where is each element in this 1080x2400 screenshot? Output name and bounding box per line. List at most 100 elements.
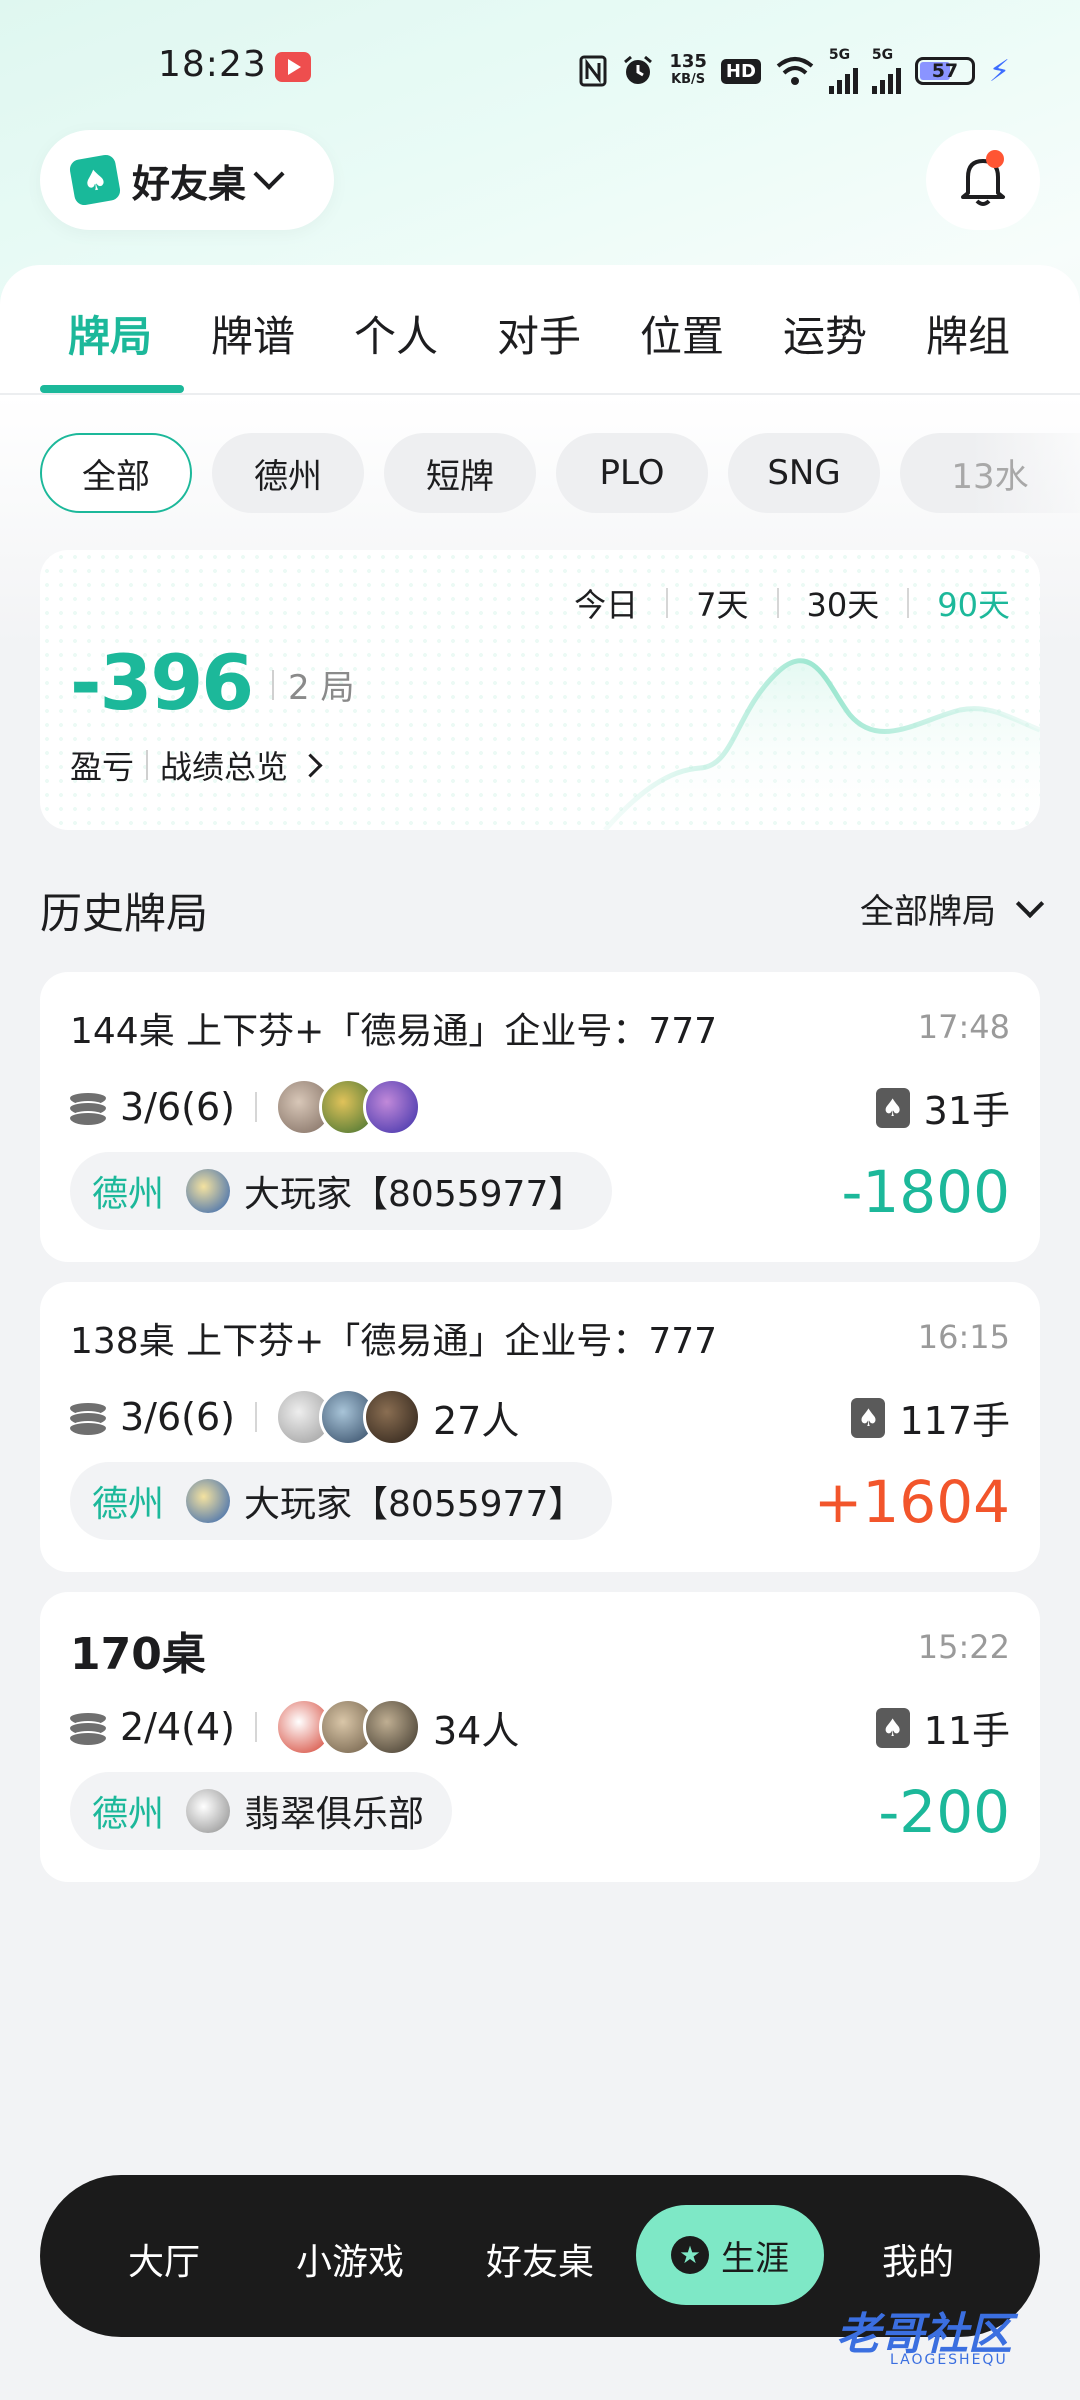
hands-count: ♠ 11手 <box>875 1700 1010 1755</box>
game-meta: 3/6(6) 27人 <box>70 1388 519 1446</box>
avatar <box>362 1078 421 1136</box>
battery-icon: 57 <box>914 57 975 85</box>
game-title: 170桌 <box>70 1629 206 1680</box>
chips-stack-icon <box>70 1399 106 1435</box>
player-avatars <box>274 1388 421 1446</box>
player-avatars <box>274 1698 421 1756</box>
history-filter-dropdown[interactable]: 全部牌局 <box>860 884 1045 933</box>
chips-stack-icon <box>70 1089 106 1125</box>
spade-card-icon: ♠ <box>875 1707 910 1748</box>
profit-label: 盈亏 <box>70 748 135 786</box>
game-type: 德州 <box>92 1794 165 1835</box>
game-card[interactable]: 144桌 上下芬+「德易通」企业号：777 17:48 3/6(6) ♠ 31手… <box>40 972 1040 1262</box>
hands-value: 31手 <box>923 1089 1010 1133</box>
nav-me[interactable]: 我的 <box>882 2233 954 2285</box>
range-30-days[interactable]: 30天 <box>779 580 908 626</box>
signal-icon: 5G <box>828 47 858 94</box>
club-switcher[interactable]: ♠ 好友桌 <box>40 130 334 230</box>
history-title: 历史牌局 <box>40 889 209 938</box>
club-name: 大玩家【8055977】 <box>244 1484 585 1525</box>
club-avatar <box>186 1169 231 1213</box>
youtube-icon <box>275 52 311 82</box>
hands-value: 117手 <box>899 1399 1010 1443</box>
spade-card-icon: ♠ <box>851 1397 886 1438</box>
status-icons: 135 KB/S HD 5G 5G 57 ⚡ <box>579 48 1010 94</box>
hands-count: ♠ 31手 <box>875 1080 1010 1135</box>
range-selector: 今日 7天 30天 90天 <box>546 580 1010 626</box>
profit-summary-card: 今日 7天 30天 90天 -396 2 局 盈亏 战绩总览 <box>40 550 1040 830</box>
medal-icon: ★ <box>671 2236 709 2274</box>
avatar <box>362 1698 421 1756</box>
network-speed: 135 KB/S <box>669 53 707 89</box>
filter-plo[interactable]: PLO <box>556 433 708 513</box>
status-time: 18:23 <box>158 44 267 85</box>
nav-friend-table[interactable]: 好友桌 <box>486 2233 594 2285</box>
tab-indicator <box>40 385 184 393</box>
watermark-subtext: LAOGESHEQU <box>890 2352 1008 2368</box>
hd-icon: HD <box>720 58 761 84</box>
club-logo-icon: ♠ <box>68 153 122 207</box>
tab-personal[interactable]: 个人 <box>354 303 438 364</box>
filter-all[interactable]: 全部 <box>40 433 192 513</box>
tab-hand-history[interactable]: 牌谱 <box>211 303 295 364</box>
range-90-days[interactable]: 90天 <box>909 580 1010 626</box>
game-result: -200 <box>878 1778 1010 1846</box>
filter-short-deck[interactable]: 短牌 <box>384 433 536 513</box>
game-time: 15:22 <box>917 1628 1010 1666</box>
tab-decks[interactable]: 牌组 <box>926 303 1010 364</box>
nav-mini-games[interactable]: 小游戏 <box>296 2233 404 2285</box>
player-avatars <box>274 1078 421 1136</box>
club-name: 翡翠俱乐部 <box>244 1794 425 1835</box>
game-result: -1800 <box>841 1158 1010 1226</box>
game-type: 德州 <box>92 1174 165 1215</box>
game-blinds: 2/4(4) <box>120 1705 235 1749</box>
game-time: 16:15 <box>917 1318 1010 1356</box>
filter-13-cards[interactable]: 13水 <box>900 433 1080 513</box>
filter-sng[interactable]: SNG <box>728 433 880 513</box>
notification-dot <box>986 150 1004 168</box>
stats-overview-link[interactable]: 盈亏 战绩总览 <box>70 742 323 788</box>
club-name: 大玩家【8055977】 <box>244 1174 585 1215</box>
game-meta: 3/6(6) <box>70 1078 433 1136</box>
range-today[interactable]: 今日 <box>546 580 666 626</box>
game-blinds: 3/6(6) <box>120 1395 235 1439</box>
charging-icon: ⚡ <box>988 53 1010 89</box>
hands-count: ♠ 117手 <box>851 1390 1010 1445</box>
game-card[interactable]: 138桌 上下芬+「德易通」企业号：777 16:15 3/6(6) 27人 ♠… <box>40 1282 1040 1572</box>
tab-fortune[interactable]: 运势 <box>783 303 867 364</box>
club-name: 好友桌 <box>132 161 247 206</box>
game-type: 德州 <box>92 1484 165 1525</box>
tab-position[interactable]: 位置 <box>640 303 724 364</box>
filter-holdem[interactable]: 德州 <box>212 433 364 513</box>
player-count: 34人 <box>432 1708 520 1753</box>
avatar <box>362 1388 421 1446</box>
hands-value: 11手 <box>923 1709 1010 1753</box>
status-bar: 18:23 135 KB/S HD 5G 5G 57 ⚡ <box>0 0 1080 140</box>
chevron-down-icon <box>253 158 285 190</box>
club-avatar <box>186 1479 231 1523</box>
game-blinds: 3/6(6) <box>120 1085 235 1129</box>
network-type: 5G <box>828 47 851 63</box>
nav-career-label: 生涯 <box>721 2238 789 2279</box>
nav-lobby[interactable]: 大厅 <box>128 2233 200 2285</box>
speed-value: 135 <box>669 51 707 72</box>
chevron-down-icon <box>1015 889 1045 918</box>
range-7-days[interactable]: 7天 <box>668 580 776 626</box>
game-card[interactable]: 170桌 15:22 2/4(4) 34人 ♠ 11手 德州 翡翠俱乐部 -20… <box>40 1592 1040 1882</box>
club-tag: 德州 大玩家【8055977】 <box>70 1152 613 1230</box>
club-tag: 德州 翡翠俱乐部 <box>70 1772 453 1850</box>
tab-games[interactable]: 牌局 <box>68 303 152 364</box>
nav-career[interactable]: ★ 生涯 <box>636 2205 824 2305</box>
game-time: 17:48 <box>917 1008 1010 1046</box>
tab-opponents[interactable]: 对手 <box>497 303 581 364</box>
game-meta: 2/4(4) 34人 <box>70 1698 519 1756</box>
battery-level: 57 <box>931 60 959 82</box>
network-type-2: 5G <box>871 47 894 63</box>
games-count-label: 2 局 <box>288 668 355 708</box>
wifi-icon <box>775 55 815 87</box>
game-title: 138桌 上下芬+「德易通」企业号：777 <box>70 1321 718 1362</box>
notification-button[interactable] <box>926 130 1040 230</box>
nfc-icon <box>579 55 607 87</box>
club-avatar <box>186 1789 231 1833</box>
club-tag: 德州 大玩家【8055977】 <box>70 1462 613 1540</box>
